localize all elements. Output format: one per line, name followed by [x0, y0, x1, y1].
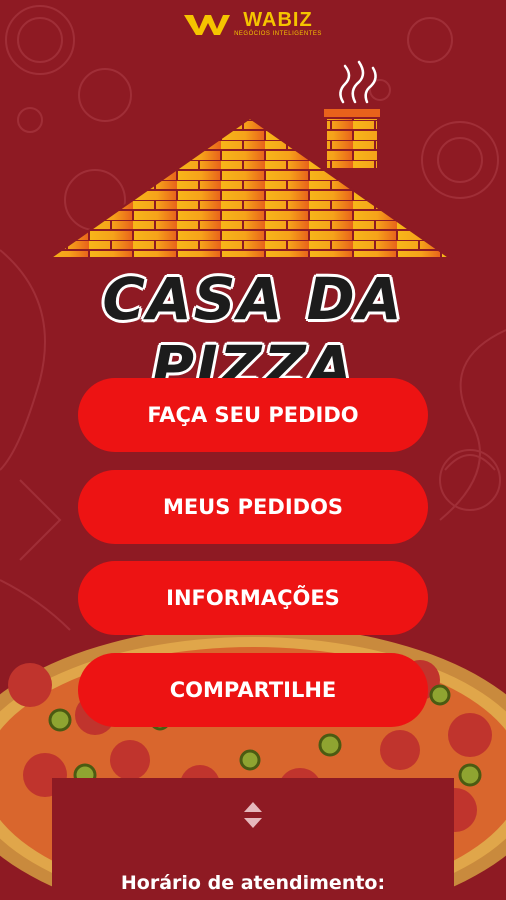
hours-panel: Horário de atendimento:: [52, 778, 454, 900]
up-down-arrows-icon[interactable]: [243, 800, 263, 830]
order-button[interactable]: FAÇA SEU PEDIDO: [78, 378, 428, 452]
hours-title: Horário de atendimento:: [120, 872, 386, 894]
brand-name: WABIZ: [243, 9, 313, 31]
information-button[interactable]: INFORMAÇÕES: [78, 561, 428, 635]
roof-illustration: [46, 60, 454, 259]
wabiz-logo: WABIZ NEGÓCIOS INTELIGENTES: [0, 10, 506, 41]
brand-tagline: NEGÓCIOS INTELIGENTES: [234, 31, 322, 37]
wabiz-logo-icon: [184, 15, 231, 35]
my-orders-button[interactable]: MEUS PEDIDOS: [78, 470, 428, 544]
share-button[interactable]: COMPARTILHE: [78, 653, 428, 727]
